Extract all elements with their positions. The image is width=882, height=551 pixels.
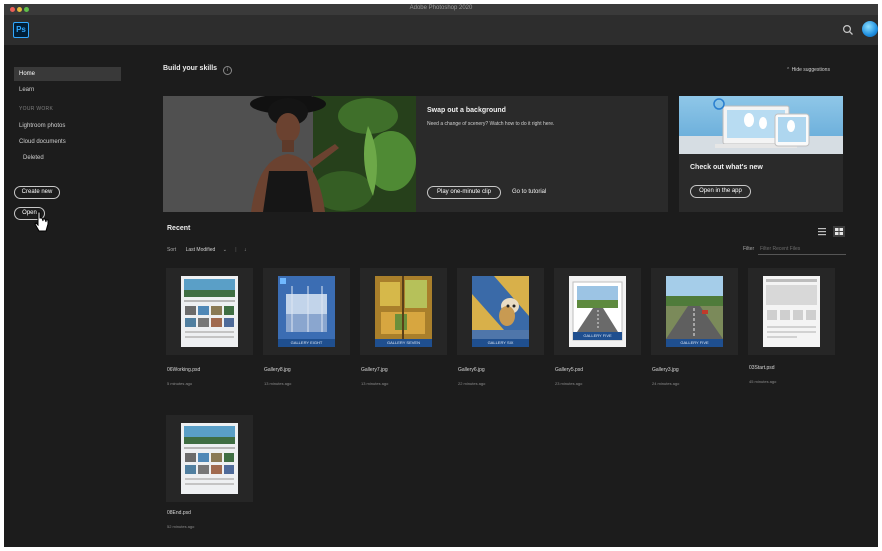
- hero-description: Need a change of scenery? Watch how to d…: [427, 121, 555, 127]
- file-modified-time: 5 minutes ago: [167, 381, 193, 386]
- open-in-app-button[interactable]: Open in the app: [690, 185, 751, 198]
- file-name[interactable]: Gallery7.jpg: [361, 367, 388, 373]
- file-name[interactable]: Gallery3.jpg: [652, 367, 679, 373]
- build-skills-title: Build your skills: [163, 65, 218, 72]
- sort-direction-arrow-icon[interactable]: ↓: [244, 247, 247, 253]
- info-icon[interactable]: i: [223, 66, 232, 75]
- sidebar-item-learn[interactable]: Learn: [14, 83, 121, 97]
- recent-title: Recent: [167, 225, 191, 232]
- hero-title: Swap out a background: [427, 107, 506, 114]
- gallery-band-label: GALLERY SEVEN: [375, 339, 432, 347]
- recent-file-06working[interactable]: [166, 268, 253, 355]
- recent-file-gallery5[interactable]: GALLERY FIVE: [554, 268, 641, 355]
- sidebar-item-lightroom[interactable]: Lightroom photos: [19, 123, 65, 129]
- recent-file-03start[interactable]: [748, 268, 835, 355]
- file-modified-time: 13 minutes ago: [264, 381, 292, 386]
- recent-file-gallery3[interactable]: GALLERY FIVE: [651, 268, 738, 355]
- title-bar: Adobe Photoshop 2020: [4, 4, 878, 15]
- your-work-heading: YOUR WORK: [19, 106, 54, 112]
- file-name[interactable]: 06Working.psd: [167, 367, 200, 373]
- sidebar-item-cloud-documents[interactable]: Cloud documents: [19, 139, 66, 145]
- gallery-band-label: GALLERY SIX: [472, 339, 529, 347]
- filter-input[interactable]: Filter Recent Files: [758, 243, 846, 255]
- sort-value-dropdown[interactable]: Last Modified: [186, 247, 216, 253]
- file-modified-time: 24 minutes ago: [652, 381, 680, 386]
- sort-label: Sort: [167, 247, 177, 253]
- chevron-up-icon: ⌃: [786, 67, 791, 73]
- gallery-band-label: GALLERY FIVE: [666, 339, 723, 347]
- whats-new-image: [679, 96, 843, 154]
- layout-thumbnail: [181, 423, 238, 494]
- hide-suggestions-link[interactable]: ⌃ Hide suggestions: [786, 67, 830, 73]
- window-title: Adobe Photoshop 2020: [409, 5, 473, 11]
- create-new-button[interactable]: Create new: [14, 186, 60, 199]
- recent-file-gallery6[interactable]: GALLERY SIX: [457, 268, 544, 355]
- road-thumbnail: GALLERY FIVE: [666, 276, 723, 347]
- filter-label: Filter: [743, 246, 755, 252]
- gallery-six-thumbnail: GALLERY SIX: [472, 276, 529, 347]
- file-name[interactable]: 03Start.psd: [749, 365, 775, 371]
- file-modified-time: 13 minutes ago: [361, 381, 389, 386]
- list-view-icon[interactable]: [816, 226, 828, 237]
- gallery-band-label: GALLERY EIGHT: [278, 339, 335, 347]
- divider: |: [235, 247, 237, 253]
- devices-illustration: [679, 98, 843, 154]
- hide-suggestions-label: Hide suggestions: [791, 67, 830, 73]
- sidebar-item-deleted[interactable]: Deleted: [23, 155, 44, 161]
- file-modified-time: 52 minutes ago: [167, 524, 195, 529]
- gallery-five-thumbnail: GALLERY FIVE: [569, 276, 626, 347]
- file-modified-time: 22 minutes ago: [458, 381, 486, 386]
- swap-background-card: Swap out a background Need a change of s…: [163, 96, 668, 212]
- mouse-cursor-icon: [34, 211, 49, 232]
- woman-portrait-illustration: [163, 96, 416, 212]
- file-modified-time: 23 minutes ago: [555, 381, 583, 386]
- avatar[interactable]: [862, 21, 878, 37]
- sidebar-item-home[interactable]: Home: [14, 67, 121, 81]
- photoshop-window: Adobe Photoshop 2020 Ps Home Learn YOUR …: [4, 4, 878, 547]
- whats-new-title: Check out what's new: [690, 164, 763, 171]
- sort-control: Sort Last Modified ⌄ | ↓: [167, 247, 247, 253]
- photoshop-logo[interactable]: Ps: [13, 22, 29, 38]
- hero-image: [163, 96, 416, 212]
- recent-file-gallery7[interactable]: GALLERY SEVEN: [360, 268, 447, 355]
- file-name[interactable]: Gallery5.psd: [555, 367, 583, 373]
- file-modified-time: 45 minutes ago: [749, 379, 777, 384]
- app-bar: Ps: [4, 15, 878, 45]
- recent-file-gallery8[interactable]: GALLERY EIGHT: [263, 268, 350, 355]
- home-main: Build your skills i ⌃ Hide suggestions S…: [162, 45, 878, 547]
- go-to-tutorial-link[interactable]: Go to tutorial: [512, 189, 546, 195]
- gallery-seven-thumbnail: GALLERY SEVEN: [375, 276, 432, 347]
- recent-file-08end[interactable]: [166, 415, 253, 502]
- play-clip-button[interactable]: Play one-minute clip: [427, 186, 501, 199]
- file-name[interactable]: 08End.psd: [167, 510, 191, 516]
- gallery-eight-thumbnail: GALLERY EIGHT: [278, 276, 335, 347]
- sidebar: Home Learn YOUR WORK Lightroom photos Cl…: [4, 45, 144, 547]
- gallery-band-label: GALLERY FIVE: [573, 332, 622, 340]
- grid-view-icon[interactable]: [833, 226, 845, 237]
- wireframe-thumbnail: [763, 276, 820, 347]
- search-icon[interactable]: [842, 24, 854, 36]
- layout-thumbnail: [181, 276, 238, 347]
- file-name[interactable]: Gallery8.jpg: [264, 367, 291, 373]
- file-name[interactable]: Gallery6.jpg: [458, 367, 485, 373]
- whats-new-card: Check out what's new Open in the app: [679, 96, 843, 212]
- chevron-down-icon[interactable]: ⌄: [223, 247, 227, 253]
